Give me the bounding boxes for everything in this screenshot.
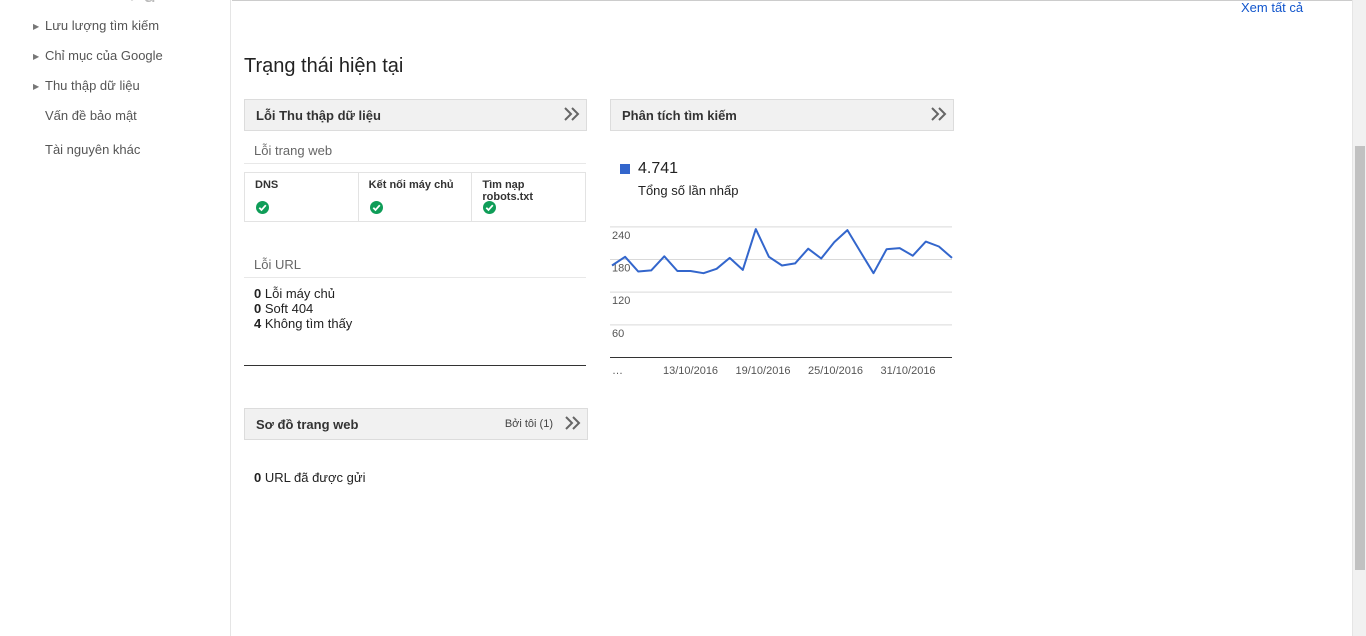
data-point[interactable] — [804, 245, 812, 253]
x-tick-label: 31/10/2016 — [881, 365, 936, 377]
total-clicks-value: 4.741 — [638, 160, 679, 177]
sitemaps-title: Sơ đồ trang web — [256, 417, 359, 432]
view-all-link[interactable]: Xem tất cả — [1241, 0, 1303, 15]
data-point[interactable] — [778, 262, 786, 270]
divider — [244, 277, 586, 278]
top-divider — [232, 0, 1366, 1]
divider — [244, 163, 586, 164]
sidebar-item-google-index[interactable]: ▶ Chỉ mục của Google — [33, 48, 163, 63]
legend-swatch — [620, 164, 630, 174]
url-error-label: Không tìm thấy — [264, 316, 353, 331]
data-point[interactable] — [817, 254, 825, 262]
sitemaps-submitted: 0 URL đã được gửi — [254, 470, 365, 485]
crawl-errors-title: Lỗi Thu thập dữ liệu — [256, 108, 381, 123]
sitemaps-header[interactable]: Sơ đồ trang web Bởi tôi (1) — [244, 408, 588, 440]
data-point[interactable] — [634, 268, 642, 276]
y-tick-label: 120 — [612, 295, 630, 307]
sidebar-item-label: Tài nguyên khác — [45, 142, 141, 157]
data-point[interactable] — [909, 252, 917, 260]
data-point[interactable] — [713, 265, 721, 273]
url-error-count: 0 — [254, 301, 262, 316]
url-error-count: 0 — [254, 286, 262, 301]
sidebar-clipped-heading: › g — [130, 0, 190, 2]
data-point[interactable] — [686, 267, 694, 275]
data-point[interactable] — [791, 259, 799, 267]
expand-arrow-icon: ▶ — [33, 82, 40, 91]
data-point[interactable] — [726, 254, 734, 262]
url-errors-list: 0 Lỗi máy chủ 0 Soft 404 4 Không tìm thấ… — [254, 286, 352, 331]
sidebar-item-security-issues[interactable]: Vấn đề bảo mật — [45, 108, 137, 123]
data-point[interactable] — [673, 267, 681, 275]
scrollbar-thumb[interactable] — [1355, 146, 1365, 570]
sidebar: › g ▶ Lưu lượng tìm kiếm ▶ Chỉ mục của Goo… — [0, 0, 231, 636]
data-point[interactable] — [856, 248, 864, 256]
url-error-row: 0 Lỗi máy chủ — [254, 286, 352, 301]
check-circle-icon — [483, 201, 497, 214]
site-error-server-connectivity: Kết nối máy chủ — [359, 173, 473, 221]
sidebar-item-label: Vấn đề bảo mật — [45, 108, 137, 123]
double-chevron-right-icon[interactable] — [562, 105, 580, 123]
site-error-robots-fetch: Tìm nạp robots.txt — [472, 173, 585, 221]
search-analytics-header[interactable]: Phân tích tìm kiếm — [610, 99, 954, 131]
data-point[interactable] — [660, 252, 668, 260]
crawl-errors-header[interactable]: Lỗi Thu thập dữ liệu — [244, 99, 587, 131]
data-point[interactable] — [883, 245, 891, 253]
url-error-label: Lỗi máy chủ — [264, 286, 335, 301]
data-point[interactable] — [765, 253, 773, 261]
site-errors-table: DNS Kết nối máy chủ Tìm nạp robots.txt — [244, 172, 586, 222]
site-error-dns: DNS — [245, 173, 359, 221]
panel-bottom-rule — [244, 365, 586, 366]
y-tick-label: 240 — [612, 230, 630, 242]
double-chevron-right-icon[interactable] — [929, 105, 947, 123]
sidebar-item-label: Chỉ mục của Google — [45, 48, 163, 63]
data-point[interactable] — [739, 266, 747, 274]
data-point[interactable] — [700, 269, 708, 277]
double-chevron-right-icon[interactable] — [563, 414, 581, 432]
sidebar-item-label: Lưu lượng tìm kiếm — [45, 18, 160, 33]
sitemaps-by-me[interactable]: Bởi tôi (1) — [505, 418, 553, 430]
url-errors-label: Lỗi URL — [254, 257, 301, 272]
data-point[interactable] — [752, 225, 760, 233]
data-point[interactable] — [621, 253, 629, 261]
submitted-label: URL đã được gửi — [264, 470, 366, 485]
search-analytics-title: Phân tích tìm kiếm — [622, 108, 737, 123]
site-errors-label: Lỗi trang web — [254, 143, 333, 158]
submitted-count: 0 — [254, 470, 262, 485]
site-error-label: Kết nối máy chủ — [368, 179, 454, 191]
vertical-scrollbar[interactable] — [1352, 0, 1366, 636]
site-error-label: DNS — [255, 179, 279, 191]
url-error-label: Soft 404 — [264, 301, 314, 316]
x-tick-label: 25/10/2016 — [808, 365, 863, 377]
y-tick-label: 60 — [612, 328, 624, 340]
url-error-row: 0 Soft 404 — [254, 301, 352, 316]
sidebar-item-other-resources[interactable]: Tài nguyên khác — [45, 142, 140, 157]
site-error-label: Tìm nạp robots.txt — [482, 179, 534, 203]
x-tick-label: 13/10/2016 — [663, 365, 718, 377]
page-title: Trạng thái hiện tại — [244, 55, 404, 77]
x-tick-label: … — [612, 365, 623, 377]
sidebar-item-crawl[interactable]: ▶ Thu thập dữ liệu — [33, 78, 140, 93]
data-point[interactable] — [647, 266, 655, 274]
data-point[interactable] — [896, 244, 904, 252]
sidebar-item-search-traffic[interactable]: ▶ Lưu lượng tìm kiếm — [33, 18, 159, 33]
x-tick-label: 19/10/2016 — [736, 365, 791, 377]
expand-arrow-icon: ▶ — [33, 22, 40, 31]
expand-arrow-icon: ▶ — [33, 52, 40, 61]
url-error-count: 4 — [254, 316, 262, 331]
data-point[interactable] — [922, 238, 930, 246]
data-point[interactable] — [843, 226, 851, 234]
data-point[interactable] — [935, 242, 943, 250]
sidebar-item-label: Thu thập dữ liệu — [45, 78, 140, 93]
clicks-line-chart: 24018012060… 13/10/2016 19/10/2016 25/10/20… — [610, 225, 953, 377]
data-point[interactable] — [830, 238, 838, 246]
data-point[interactable] — [870, 269, 878, 277]
url-error-row: 4 Không tìm thấy — [254, 316, 352, 331]
check-circle-icon — [369, 201, 383, 214]
check-circle-icon — [256, 201, 269, 214]
total-clicks-label: Tổng số lần nhấp — [638, 183, 739, 198]
